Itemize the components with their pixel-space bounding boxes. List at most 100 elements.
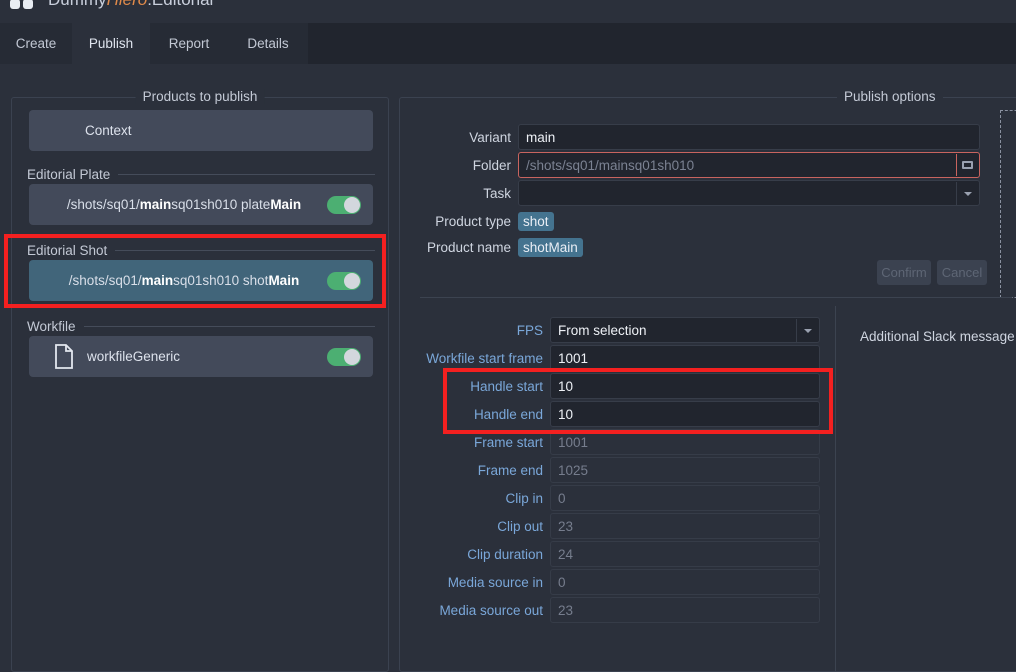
tab-create[interactable]: Create [0, 23, 72, 64]
app-logo-icon [10, 0, 33, 9]
toggle-knob [344, 196, 360, 213]
app-window: DummyHiero:Editorial Create Publish Repo… [0, 0, 1016, 672]
attribute-row: FPS From selection [420, 317, 820, 343]
context-row[interactable]: Context [29, 110, 373, 151]
attribute-value-text: 0 [558, 574, 566, 590]
context-row-label: Context [85, 123, 132, 138]
folder-input-value: /shots/sq01/mainsq01sh010 [526, 157, 695, 173]
horizontal-divider [420, 297, 1012, 298]
section-rule [118, 173, 375, 175]
attribute-label: Handle start [470, 378, 543, 394]
folder-input[interactable]: /shots/sq01/mainsq01sh010 [518, 152, 980, 178]
product-toggle-editorial-plate[interactable] [327, 195, 361, 214]
product-row-editorial-shot[interactable]: /shots/sq01/mainsq01sh010 shotMain [29, 260, 373, 301]
product-row-workfile[interactable]: workfileGeneric [29, 336, 373, 377]
attribute-row: Handle start 10 [420, 373, 820, 399]
attribute-value: 0 [550, 485, 820, 511]
attribute-value: 23 [550, 513, 820, 539]
window-title-prefix: Dummy [48, 0, 107, 9]
window-title-accent: Hiero [107, 0, 148, 9]
attribute-row: Workfile start frame 1001 [420, 345, 820, 371]
attribute-value: 24 [550, 541, 820, 567]
tab-report[interactable]: Report [150, 23, 228, 64]
vertical-divider [835, 306, 836, 672]
attribute-row: Media source in 0 [420, 569, 820, 595]
product-type-chip: shot [518, 211, 554, 231]
products-to-publish-panel: Products to publish Context Editorial Pl… [11, 89, 389, 672]
additional-slack-message-label: Additional Slack message [860, 329, 1015, 344]
product-row-name: workfileGeneric [87, 349, 181, 364]
attribute-value[interactable]: 10 [550, 401, 820, 427]
attribute-label: Frame end [477, 462, 543, 478]
attribute-value-text: 10 [558, 378, 574, 394]
folder-glyph-icon [962, 161, 973, 169]
toggle-knob [344, 348, 360, 365]
attribute-value[interactable]: 1001 [550, 345, 820, 371]
product-row-editorial-plate[interactable]: /shots/sq01/mainsq01sh010 plateMain [29, 184, 373, 225]
field-label: Task [483, 185, 511, 201]
attribute-label: Media source in [447, 574, 543, 590]
product-toggle-editorial-shot[interactable] [327, 271, 361, 290]
field-folder: Folder /shots/sq01/mainsq01sh010 [400, 152, 990, 178]
cancel-button[interactable]: Cancel [937, 260, 987, 285]
tab-bar: Create Publish Report Details [0, 23, 1016, 64]
publish-options-title: Publish options [837, 89, 943, 104]
attribute-label: Clip in [505, 490, 543, 506]
attribute-row: Clip out 23 [420, 513, 820, 539]
attribute-value-text: 10 [558, 406, 574, 422]
field-task: Task [400, 180, 990, 206]
field-variant: Variant main [400, 124, 990, 150]
attribute-value-text: From selection [558, 322, 647, 338]
attribute-label: Workfile start frame [426, 350, 543, 366]
window-title-suffix: :Editorial [147, 0, 213, 9]
confirm-button[interactable]: Confirm [877, 260, 931, 285]
section-title: Editorial Plate [27, 166, 111, 182]
product-row-path: /shots/sq01/mainsq01sh010 shotMain [68, 273, 300, 288]
chevron-down-icon[interactable] [796, 319, 818, 343]
tab-publish[interactable]: Publish [72, 23, 150, 64]
variant-input[interactable]: main [518, 124, 980, 150]
section-title: Editorial Shot [27, 242, 108, 258]
attribute-value: 0 [550, 569, 820, 595]
attribute-label: Handle end [473, 406, 543, 422]
attribute-value-text: 1001 [558, 350, 589, 366]
field-label: Product type [435, 213, 511, 229]
attribute-value[interactable]: 10 [550, 373, 820, 399]
attribute-value: 1025 [550, 457, 820, 483]
attribute-value-text: 23 [558, 518, 574, 534]
attribute-value: 1001 [550, 429, 820, 455]
attribute-row: Clip duration 24 [420, 541, 820, 567]
attribute-label: FPS [516, 322, 543, 338]
document-icon [55, 344, 73, 369]
folder-browse-button[interactable] [956, 154, 978, 176]
attribute-label: Frame start [473, 434, 543, 450]
focus-outline [1000, 110, 1016, 298]
chevron-down-icon[interactable] [956, 182, 978, 206]
attribute-value[interactable]: From selection [550, 317, 820, 343]
field-label: Folder [472, 157, 511, 173]
product-toggle-workfile[interactable] [327, 347, 361, 366]
window-title: DummyHiero:Editorial [48, 0, 213, 10]
attribute-row: Frame end 1025 [420, 457, 820, 483]
product-row-path: /shots/sq01/mainsq01sh010 plateMain [66, 197, 302, 212]
attribute-value-text: 24 [558, 546, 574, 562]
toggle-knob [344, 272, 360, 289]
attribute-row: Media source out 23 [420, 597, 820, 623]
section-title: Workfile [27, 318, 76, 334]
field-product-name: Product name shotMain [400, 234, 800, 260]
attribute-row: Handle end 10 [420, 401, 820, 427]
section-header-workfile: Workfile [27, 318, 375, 334]
field-product-type: Product type shot [400, 208, 800, 234]
section-rule [83, 325, 375, 327]
field-label: Product name [426, 239, 511, 255]
attribute-row: Clip in 0 [420, 485, 820, 511]
attribute-value-text: 1025 [558, 462, 589, 478]
task-combobox[interactable] [518, 180, 980, 206]
section-rule [115, 249, 375, 251]
tab-details[interactable]: Details [228, 23, 308, 64]
attribute-value-text: 1001 [558, 434, 589, 450]
attribute-value: 23 [550, 597, 820, 623]
section-header-editorial-plate: Editorial Plate [27, 166, 375, 182]
attribute-label: Clip duration [467, 546, 543, 562]
product-name-chip: shotMain [518, 237, 583, 257]
